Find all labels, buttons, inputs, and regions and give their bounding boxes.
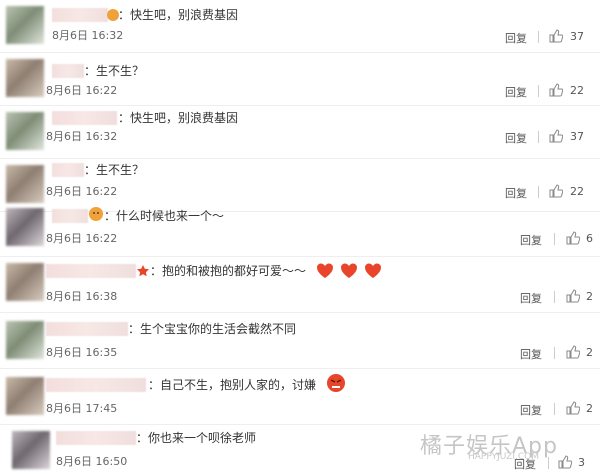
reply-button[interactable]: 回复 (505, 130, 527, 146)
username[interactable] (52, 163, 84, 177)
heart-icon (341, 263, 357, 278)
username[interactable] (46, 322, 128, 336)
username[interactable] (52, 64, 84, 78)
avatar[interactable] (6, 59, 44, 97)
comment-text: ：自己不生，抱别人家的，讨嫌 (148, 378, 317, 392)
comment-text: ：生个宝宝你的生活会截然不同 (128, 322, 297, 336)
comment-row: ：生个宝宝你的生活会截然不同 8月6日 16:35 回复 2 (0, 313, 600, 369)
comment-date: 8月6日 16:38 (46, 290, 118, 303)
reply-button[interactable]: 回复 (520, 290, 542, 306)
reply-button[interactable]: 回复 (505, 185, 527, 201)
comment-date: 8月6日 16:35 (46, 346, 118, 359)
divider (554, 347, 555, 359)
reply-button[interactable]: 回复 (505, 84, 527, 100)
username[interactable] (56, 431, 136, 445)
divider (554, 233, 555, 245)
like-count: 2 (586, 402, 593, 415)
watermark-site: HAPPYJUZI.COM (468, 452, 539, 462)
thumbs-up-icon[interactable] (549, 83, 563, 97)
thumbs-up-icon[interactable] (549, 29, 563, 43)
reply-button[interactable]: 回复 (520, 232, 542, 248)
comment-date: 8月6日 16:22 (46, 185, 118, 198)
comment-row: ：什么时候也来一个～ 8月6日 16:22 回复 6 (0, 204, 600, 257)
username[interactable] (52, 111, 117, 125)
comment-date: 8月6日 16:50 (56, 455, 128, 468)
avatar[interactable] (6, 321, 44, 359)
comment-text: ：生不生？ (84, 64, 145, 78)
comment-row: ：自己不生，抱别人家的，讨嫌 8月6日 17:45 回复 2 (0, 369, 600, 425)
heart-icon (317, 263, 333, 278)
heart-icon (365, 263, 381, 278)
divider (554, 403, 555, 415)
like-count: 22 (570, 185, 584, 198)
avatar[interactable] (12, 431, 50, 469)
divider (554, 291, 555, 303)
thumbs-up-icon[interactable] (558, 455, 572, 469)
comment-date: 8月6日 17:45 (46, 402, 118, 415)
divider (538, 131, 539, 143)
thumbs-up-icon[interactable] (566, 401, 580, 415)
comment-date: 8月6日 16:32 (46, 130, 118, 143)
avatar[interactable] (6, 208, 44, 246)
like-count: 3 (578, 456, 585, 469)
username[interactable] (46, 378, 146, 392)
comment-date: 8月6日 16:22 (46, 84, 118, 97)
comment-row: ：快生吧，别浪费基因 8月6日 16:32 回复 37 (0, 0, 600, 53)
divider (538, 186, 539, 198)
avatar[interactable] (6, 112, 44, 150)
thumbs-up-icon[interactable] (566, 289, 580, 303)
comment-text: ：生不生？ (84, 163, 145, 177)
divider (538, 85, 539, 97)
reply-button[interactable]: 回复 (520, 402, 542, 418)
comment-row: ：快生吧，别浪费基因 8月6日 16:32 回复 37 (0, 106, 600, 159)
comment-row: ：抱的和被抱的都好可爱～～ 8月6日 16:38 回复 2 (0, 257, 600, 313)
avatar[interactable] (6, 6, 44, 44)
thumbs-up-icon[interactable] (549, 184, 563, 198)
emoji-face-icon (89, 207, 103, 221)
comment-text: ：抱的和被抱的都好可爱～～ (150, 264, 307, 278)
comment-text: ：快生吧，别浪费基因 (118, 111, 239, 125)
comment-text: ：什么时候也来一个～ (104, 209, 225, 223)
avatar[interactable] (6, 165, 44, 203)
like-count: 22 (570, 84, 584, 97)
comment-text: ：快生吧，别浪费基因 (118, 8, 239, 22)
username[interactable] (46, 264, 136, 278)
divider (538, 31, 539, 43)
comment-list: ：快生吧，别浪费基因 8月6日 16:32 回复 37 ：生不生？ 8月6日 1… (0, 0, 600, 474)
comment-date: 8月6日 16:22 (46, 232, 118, 245)
like-count: 6 (586, 232, 593, 245)
like-count: 37 (570, 30, 584, 43)
thumbs-up-icon[interactable] (566, 231, 580, 245)
thumbs-up-icon[interactable] (566, 345, 580, 359)
comment-row: ：生不生？ 8月6日 16:22 回复 22 (0, 53, 600, 106)
like-count: 2 (586, 346, 593, 359)
comment-text: ：你也来一个呗徐老师 (136, 431, 257, 445)
comment-date: 8月6日 16:32 (52, 29, 124, 42)
like-count: 2 (586, 290, 593, 303)
angry-face-icon (327, 374, 345, 392)
reply-button[interactable]: 回复 (505, 30, 527, 46)
like-count: 37 (570, 130, 584, 143)
username[interactable] (52, 8, 108, 22)
avatar[interactable] (6, 263, 44, 301)
star-badge-icon (137, 265, 149, 277)
thumbs-up-icon[interactable] (549, 129, 563, 143)
reply-button[interactable]: 回复 (520, 346, 542, 362)
username[interactable] (52, 209, 88, 223)
avatar[interactable] (6, 377, 44, 415)
